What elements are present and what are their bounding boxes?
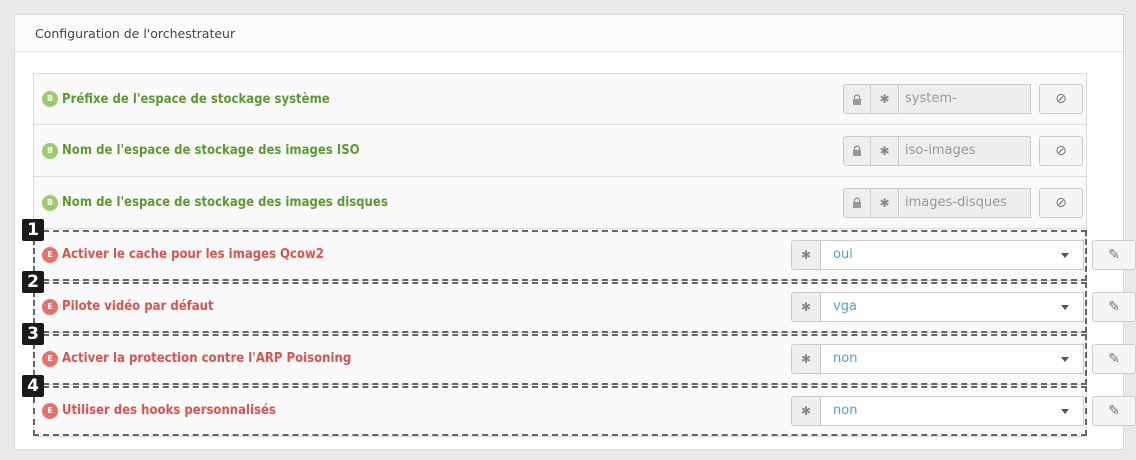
expert-badge: E [42,298,58,315]
setting-label: Nom de l'espace de stockage des images I… [62,143,360,158]
qcow2-cache-select[interactable]: oui [821,239,1084,270]
edit-button[interactable]: ✎ [1092,395,1136,426]
reset-button[interactable]: ⊘ [1039,135,1083,166]
setting-row-qcow2-cache: E Activer le cache pour les images Qcow2… [33,229,1136,281]
setting-label: Utiliser des hooks personnalisés [62,403,276,418]
asterisk-icon: ✱ [871,187,899,218]
setting-row-disk-storage-name: B Nom de l'espace de stockage des images… [33,177,1087,229]
edit-button[interactable]: ✎ [1092,291,1136,322]
iso-storage-name-input[interactable]: iso-images [899,135,1031,166]
expert-badge: E [42,350,58,367]
select-value: non [833,402,858,418]
asterisk-icon: ✱ [791,239,821,270]
caret-down-icon [1061,408,1069,414]
basic-badge: B [42,91,58,107]
setting-row-system-storage-prefix: B Préfixe de l'espace de stockage systèm… [33,73,1087,125]
caret-down-icon [1061,356,1069,362]
select-value: oui [833,246,853,262]
setting-label: Pilote vidéo par défaut [62,299,214,314]
select-value: vga [833,298,857,314]
video-driver-select[interactable]: vga [821,291,1084,322]
edit-icon: ✎ [1108,298,1120,315]
setting-label: Préfixe de l'espace de stockage système [62,91,330,107]
edit-icon: ✎ [1108,402,1120,419]
annotation-number: 2 [22,271,44,293]
annotation-number: 1 [22,219,44,241]
asterisk-icon: ✱ [791,343,821,374]
annotation-number: 3 [22,323,44,345]
asterisk-icon: ✱ [791,291,821,322]
setting-row-arp-protection: E Activer la protection contre l'ARP Poi… [33,333,1136,385]
asterisk-icon: ✱ [871,84,899,114]
edit-button[interactable]: ✎ [1092,343,1136,374]
caret-down-icon [1061,304,1069,310]
basic-badge: B [42,142,58,159]
edit-icon: ✎ [1108,246,1120,263]
expert-badge: E [42,246,58,263]
arp-protection-select[interactable]: non [821,343,1084,374]
basic-badge: B [42,194,58,211]
asterisk-icon: ✱ [791,395,821,426]
ban-icon: ⊘ [1055,194,1067,211]
annotation-number: 4 [22,375,44,397]
lock-icon [843,84,871,114]
setting-label: Activer le cache pour les images Qcow2 [62,247,324,262]
edit-button[interactable]: ✎ [1092,239,1136,270]
asterisk-icon: ✱ [871,135,899,166]
setting-label: Activer la protection contre l'ARP Poiso… [62,351,352,366]
select-value: non [833,350,858,366]
reset-button[interactable]: ⊘ [1039,187,1083,218]
lock-icon [843,187,871,218]
setting-row-default-video-driver: E Pilote vidéo par défaut ✱ vga ✎ [33,281,1136,333]
ban-icon: ⊘ [1055,91,1067,107]
lock-icon [843,135,871,166]
setting-row-custom-hooks: E Utiliser des hooks personnalisés ✱ non… [33,385,1136,437]
system-storage-prefix-input[interactable]: system- [899,84,1031,114]
disk-storage-name-input[interactable]: images-disques [899,187,1031,218]
setting-label: Nom de l'espace de stockage des images d… [62,195,388,210]
expert-badge: E [42,402,58,419]
caret-down-icon [1061,252,1069,258]
custom-hooks-select[interactable]: non [821,395,1084,426]
ban-icon: ⊘ [1055,142,1067,159]
edit-icon: ✎ [1108,350,1120,367]
setting-row-iso-storage-name: B Nom de l'espace de stockage des images… [33,125,1087,177]
panel-title: Configuration de l'orchestrateur [15,15,1123,52]
reset-button[interactable]: ⊘ [1039,84,1083,114]
